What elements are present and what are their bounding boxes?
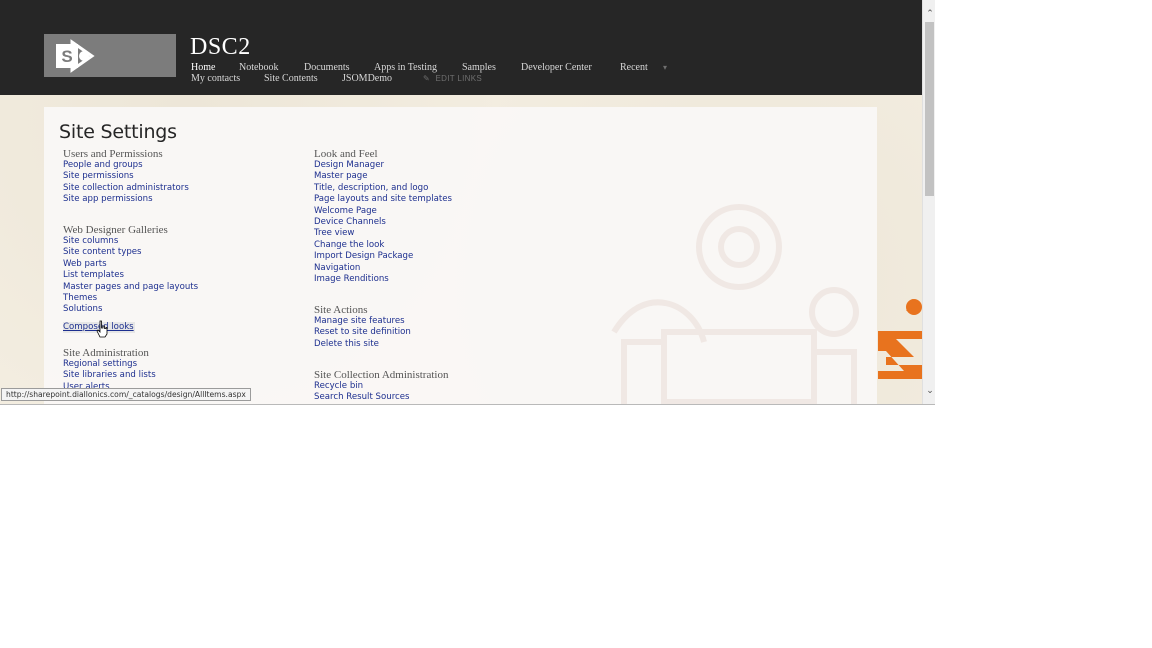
- link-regional-settings[interactable]: Regional settings: [63, 359, 156, 370]
- link-site-content-types[interactable]: Site content types: [63, 247, 198, 258]
- link-recycle-bin[interactable]: Recycle bin: [314, 381, 448, 392]
- link-search-result-sources[interactable]: Search Result Sources: [314, 392, 448, 403]
- link-tree-view[interactable]: Tree view: [314, 228, 452, 239]
- edit-links-label: EDIT LINKS: [435, 74, 482, 83]
- main-content: Site Settings Users and Permissions Peop…: [44, 107, 877, 404]
- nav-item-recent[interactable]: Recent: [620, 62, 648, 73]
- nav-item-jsomdemo[interactable]: JSOMDemo: [342, 73, 392, 84]
- section-heading: Web Designer Galleries: [63, 224, 168, 236]
- link-delete-this-site[interactable]: Delete this site: [314, 339, 411, 350]
- section-site-administration: Site Administration Regional settings Si…: [63, 347, 156, 393]
- sharepoint-icon: S: [56, 39, 95, 73]
- link-welcome-page[interactable]: Welcome Page: [314, 206, 452, 217]
- nav-item-my-contacts[interactable]: My contacts: [191, 73, 240, 84]
- nav-item-home[interactable]: Home: [191, 62, 215, 73]
- scroll-down-icon[interactable]: ⌄: [925, 385, 935, 395]
- scroll-thumb[interactable]: [925, 22, 934, 196]
- section-look-and-feel: Look and Feel Design Manager Master page…: [314, 148, 452, 285]
- status-bar-url: http://sharepoint.diallonics.com/_catalo…: [1, 388, 251, 401]
- nav-item-samples[interactable]: Samples: [462, 62, 496, 73]
- link-site-libraries-and-lists[interactable]: Site libraries and lists: [63, 370, 156, 381]
- link-change-the-look[interactable]: Change the look: [314, 240, 452, 251]
- section-heading: Site Collection Administration: [314, 369, 449, 381]
- link-people-and-groups[interactable]: People and groups: [63, 160, 189, 171]
- background-illustration: [611, 204, 859, 404]
- link-site-collection-administrators[interactable]: Site collection administrators: [63, 183, 189, 194]
- link-solutions[interactable]: Solutions: [63, 304, 198, 315]
- nav-item-apps-in-testing[interactable]: Apps in Testing: [374, 62, 437, 73]
- page-title: Site Settings: [59, 121, 177, 143]
- link-image-renditions[interactable]: Image Renditions: [314, 274, 452, 285]
- orange-decoration: [878, 299, 922, 379]
- link-list-templates[interactable]: List templates: [63, 270, 198, 281]
- section-users-and-permissions: Users and Permissions People and groups …: [63, 148, 189, 206]
- link-navigation[interactable]: Navigation: [314, 263, 452, 274]
- nav-item-site-contents[interactable]: Site Contents: [264, 73, 318, 84]
- browser-viewport: S DSC2 Home Notebook Documents Apps in T…: [0, 0, 935, 405]
- section-heading: Users and Permissions: [63, 148, 163, 160]
- hand-cursor-icon: [96, 320, 108, 338]
- site-header: S DSC2 Home Notebook Documents Apps in T…: [0, 0, 922, 95]
- link-themes[interactable]: Themes: [63, 293, 198, 304]
- link-import-design-package[interactable]: Import Design Package: [314, 251, 452, 262]
- link-title-description-logo[interactable]: Title, description, and logo: [314, 183, 452, 194]
- link-master-pages-and-page-layouts[interactable]: Master pages and page layouts: [63, 282, 198, 293]
- sharepoint-logo[interactable]: S: [44, 34, 176, 77]
- nav-item-documents[interactable]: Documents: [304, 62, 350, 73]
- section-site-collection-administration: Site Collection Administration Recycle b…: [314, 369, 448, 404]
- nav-item-notebook[interactable]: Notebook: [239, 62, 278, 73]
- site-title[interactable]: DSC2: [190, 34, 251, 61]
- section-site-actions: Site Actions Manage site features Reset …: [314, 304, 411, 350]
- link-design-manager[interactable]: Design Manager: [314, 160, 452, 171]
- vertical-scrollbar[interactable]: ⌃ ⌄: [922, 0, 935, 404]
- link-device-channels[interactable]: Device Channels: [314, 217, 452, 228]
- section-web-designer-galleries: Web Designer Galleries Site columns Site…: [63, 224, 198, 334]
- edit-links-button[interactable]: ✎ EDIT LINKS: [423, 74, 482, 83]
- link-reset-to-site-definition[interactable]: Reset to site definition: [314, 327, 411, 338]
- nav-item-developer-center[interactable]: Developer Center: [521, 62, 592, 73]
- section-heading: Site Administration: [63, 347, 149, 359]
- section-heading: Site Actions: [314, 304, 368, 316]
- scroll-up-icon[interactable]: ⌃: [925, 8, 935, 18]
- link-site-permissions[interactable]: Site permissions: [63, 171, 189, 182]
- link-site-app-permissions[interactable]: Site app permissions: [63, 194, 189, 205]
- composed-looks-row: Composed looks: [63, 316, 198, 334]
- section-heading: Look and Feel: [314, 148, 378, 160]
- link-site-columns[interactable]: Site columns: [63, 236, 198, 247]
- link-web-parts[interactable]: Web parts: [63, 259, 198, 270]
- link-manage-site-features[interactable]: Manage site features: [314, 316, 411, 327]
- pencil-icon: ✎: [423, 74, 431, 83]
- link-page-layouts-and-site-templates[interactable]: Page layouts and site templates: [314, 194, 452, 205]
- logo-letter: S: [61, 47, 72, 66]
- recent-dropdown-icon[interactable]: ▾: [663, 63, 667, 72]
- link-master-page[interactable]: Master page: [314, 171, 452, 182]
